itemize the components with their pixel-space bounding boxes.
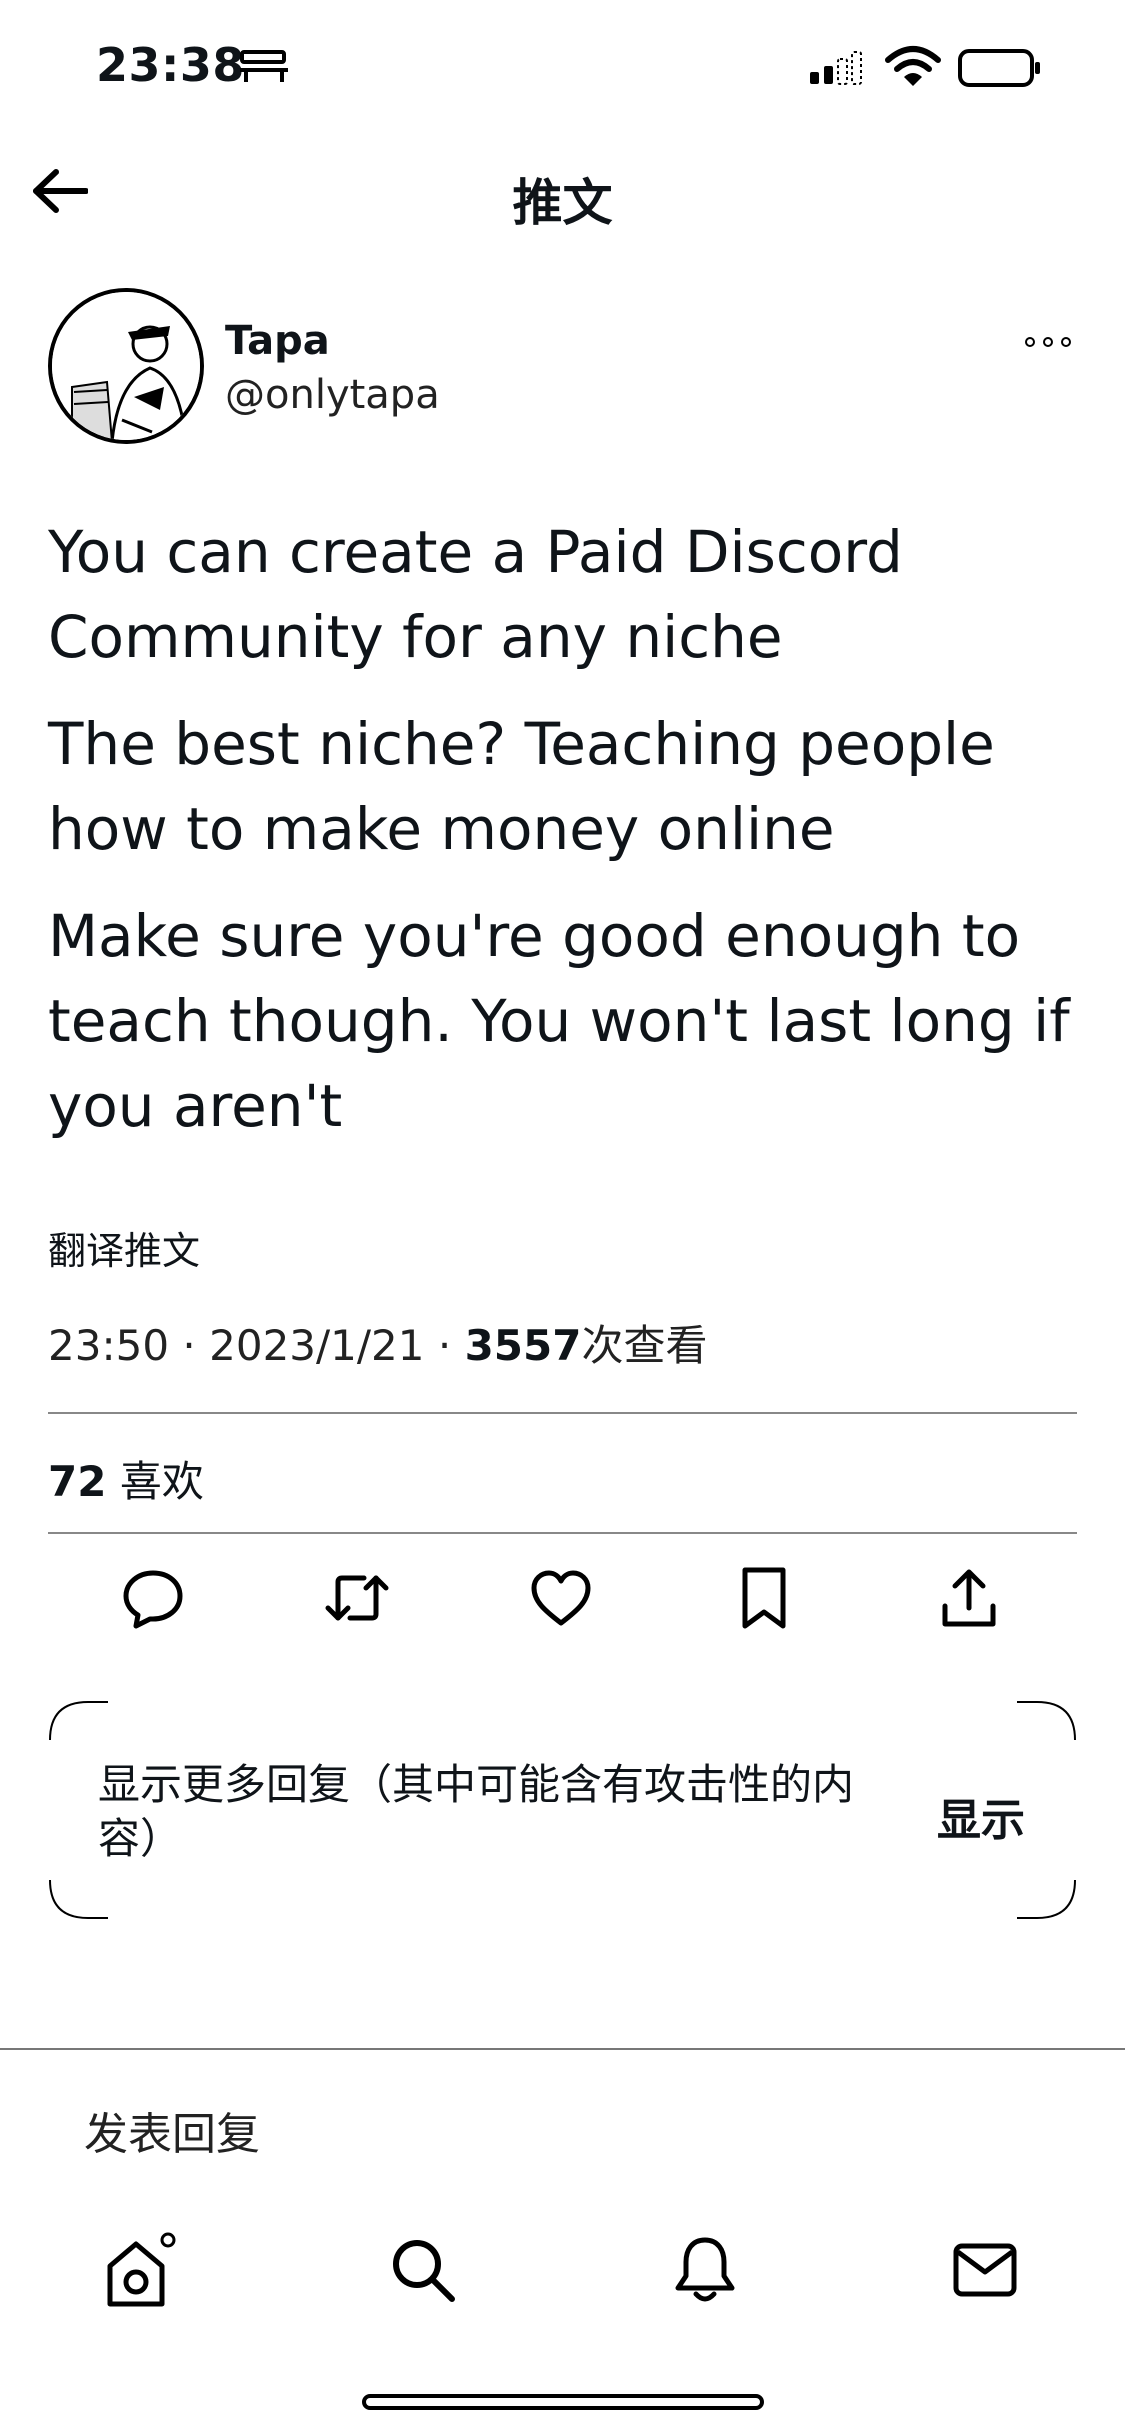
author-handle[interactable]: @onlytapa bbox=[225, 372, 440, 418]
header: 推文 bbox=[0, 135, 1125, 245]
views-label: 次查看 bbox=[581, 1321, 708, 1370]
notice-text: 显示更多回复（其中可能含有攻击性的内容） bbox=[98, 1760, 855, 1863]
cellular-signal-icon bbox=[810, 51, 862, 85]
share-button[interactable] bbox=[934, 1560, 1004, 1636]
nav-notifications[interactable] bbox=[660, 2225, 750, 2315]
retweet-icon bbox=[325, 1575, 389, 1621]
bookmark-button[interactable] bbox=[729, 1560, 799, 1636]
home-icon bbox=[107, 2232, 176, 2307]
likes-count: 72 bbox=[48, 1457, 107, 1506]
status-bar: 23:38 bbox=[0, 0, 1125, 135]
tweet-actions bbox=[0, 1560, 1125, 1640]
page-title: 推文 bbox=[512, 174, 613, 232]
ellipsis-icon bbox=[1025, 337, 1071, 347]
views-count: 3557 bbox=[464, 1321, 582, 1370]
more-options-button[interactable] bbox=[1020, 322, 1076, 362]
status-time: 23:38 bbox=[96, 38, 245, 92]
search-icon bbox=[393, 2240, 455, 2302]
home-indicator[interactable] bbox=[362, 2394, 764, 2410]
bottom-nav bbox=[0, 2225, 1125, 2335]
meta-separator: · bbox=[182, 1321, 196, 1370]
divider bbox=[48, 1412, 1077, 1414]
likes-label: 喜欢 bbox=[119, 1457, 204, 1506]
like-button[interactable] bbox=[526, 1560, 596, 1636]
divider bbox=[0, 2048, 1125, 2050]
tweet-paragraph: The best niche? Teaching people how to m… bbox=[48, 710, 995, 863]
tweet-paragraph: You can create a Paid Discord Community … bbox=[48, 518, 903, 671]
translate-tweet-link[interactable]: 翻译推文 bbox=[48, 1220, 200, 1275]
nav-home[interactable] bbox=[96, 2225, 186, 2315]
show-button[interactable]: 显示 bbox=[937, 1784, 1025, 1848]
heart-icon bbox=[531, 1570, 591, 1626]
avatar[interactable] bbox=[48, 288, 204, 444]
bell-icon bbox=[675, 2237, 735, 2302]
tweet-text: You can create a Paid Discord Community … bbox=[48, 510, 1088, 1171]
mail-icon bbox=[953, 2243, 1017, 2297]
bookmark-icon bbox=[742, 1567, 786, 1629]
sim-card-icon bbox=[240, 50, 288, 82]
share-icon bbox=[942, 1569, 996, 1627]
comment-icon bbox=[123, 1570, 183, 1629]
tweet-date: 2023/1/21 bbox=[209, 1321, 425, 1370]
reply-input[interactable]: 发表回复 bbox=[84, 2098, 1044, 2160]
battery-icon bbox=[958, 49, 1040, 87]
tweet-paragraph: Make sure you're good enough to teach th… bbox=[48, 902, 1070, 1140]
sensitive-replies-notice: 显示更多回复（其中可能含有攻击性的内容） 显示 bbox=[48, 1700, 1077, 1920]
nav-search[interactable] bbox=[378, 2225, 468, 2315]
meta-separator: · bbox=[437, 1321, 452, 1370]
likes-stat[interactable]: 72 喜欢 bbox=[48, 1448, 204, 1509]
wifi-icon bbox=[885, 46, 941, 86]
retweet-button[interactable] bbox=[322, 1560, 392, 1636]
nav-messages[interactable] bbox=[940, 2225, 1030, 2315]
reply-button[interactable] bbox=[118, 1560, 188, 1636]
avatar-image bbox=[52, 292, 200, 440]
author-name[interactable]: Tapa bbox=[225, 318, 330, 364]
tweet-time: 23:50 bbox=[48, 1321, 170, 1370]
divider bbox=[48, 1532, 1077, 1534]
tweet-meta: 23:50 · 2023/1/21 · 3557次查看 bbox=[48, 1312, 707, 1373]
